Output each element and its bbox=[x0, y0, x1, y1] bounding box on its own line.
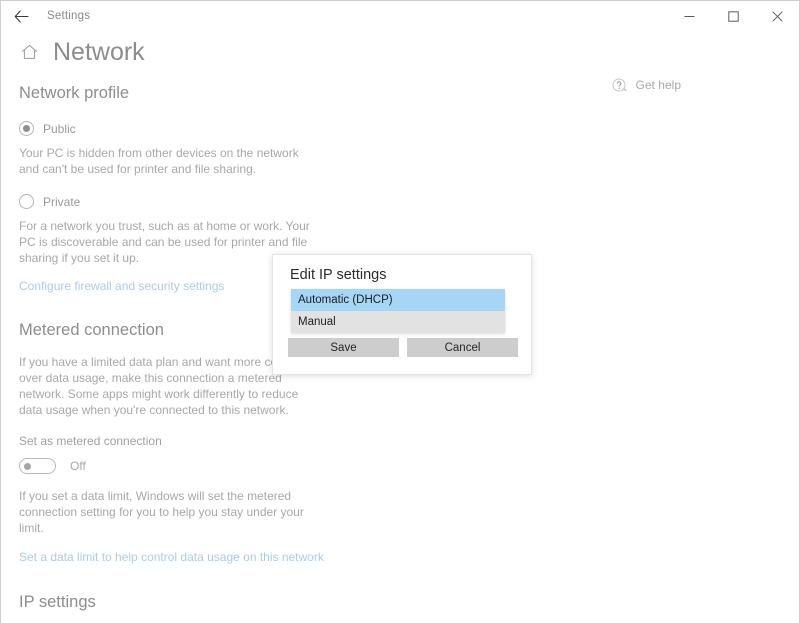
ip-settings-heading: IP settings bbox=[19, 593, 96, 611]
save-button[interactable]: Save bbox=[288, 338, 399, 357]
metered-toggle[interactable]: Off bbox=[19, 458, 781, 474]
cancel-button[interactable]: Cancel bbox=[407, 338, 518, 357]
metered-toggle-state: Off bbox=[70, 459, 86, 473]
home-icon[interactable] bbox=[19, 42, 39, 62]
page-header: Network bbox=[1, 34, 799, 70]
data-limit-link[interactable]: Set a data limit to help control data us… bbox=[19, 550, 324, 564]
dialog-button-row: Save Cancel bbox=[288, 338, 518, 357]
radio-public-label: Public bbox=[43, 121, 76, 136]
network-profile-heading: Network profile bbox=[19, 84, 130, 102]
ip-settings-section: IP settings IP assignment: Automatic (DH… bbox=[19, 593, 781, 623]
minimize-icon[interactable] bbox=[667, 1, 711, 31]
radio-private-indicator[interactable] bbox=[19, 194, 34, 209]
dropdown-option-manual[interactable]: Manual bbox=[291, 311, 505, 333]
radio-option-public[interactable]: Public bbox=[19, 121, 781, 136]
metered-note: If you set a data limit, Windows will se… bbox=[19, 489, 304, 535]
radio-public-indicator[interactable] bbox=[19, 121, 34, 136]
title-bar: Settings bbox=[1, 1, 799, 31]
metered-description: If you have a limited data plan and want… bbox=[19, 355, 301, 417]
maximize-icon[interactable] bbox=[711, 1, 755, 31]
dropdown-option-automatic[interactable]: Automatic (DHCP) bbox=[291, 289, 505, 311]
metered-toggle-switch[interactable] bbox=[19, 458, 56, 474]
edit-ip-settings-dialog: Edit IP settings Automatic (DHCP) Manual… bbox=[272, 254, 532, 375]
window-controls bbox=[667, 1, 799, 31]
ip-assignment-dropdown[interactable]: Automatic (DHCP) Manual bbox=[291, 289, 505, 333]
back-button[interactable] bbox=[1, 1, 41, 31]
dialog-title: Edit IP settings bbox=[290, 267, 387, 283]
configure-firewall-link[interactable]: Configure firewall and security settings bbox=[19, 279, 224, 293]
radio-option-private[interactable]: Private bbox=[19, 194, 781, 209]
radio-private-label: Private bbox=[43, 194, 81, 209]
public-description: Your PC is hidden from other devices on … bbox=[19, 146, 299, 176]
close-icon[interactable] bbox=[755, 1, 799, 31]
metered-toggle-label: Set as metered connection bbox=[19, 434, 162, 448]
app-title: Settings bbox=[47, 10, 91, 22]
settings-window: Settings Network Get help Network profil… bbox=[0, 0, 800, 623]
page-title: Network bbox=[53, 37, 145, 66]
